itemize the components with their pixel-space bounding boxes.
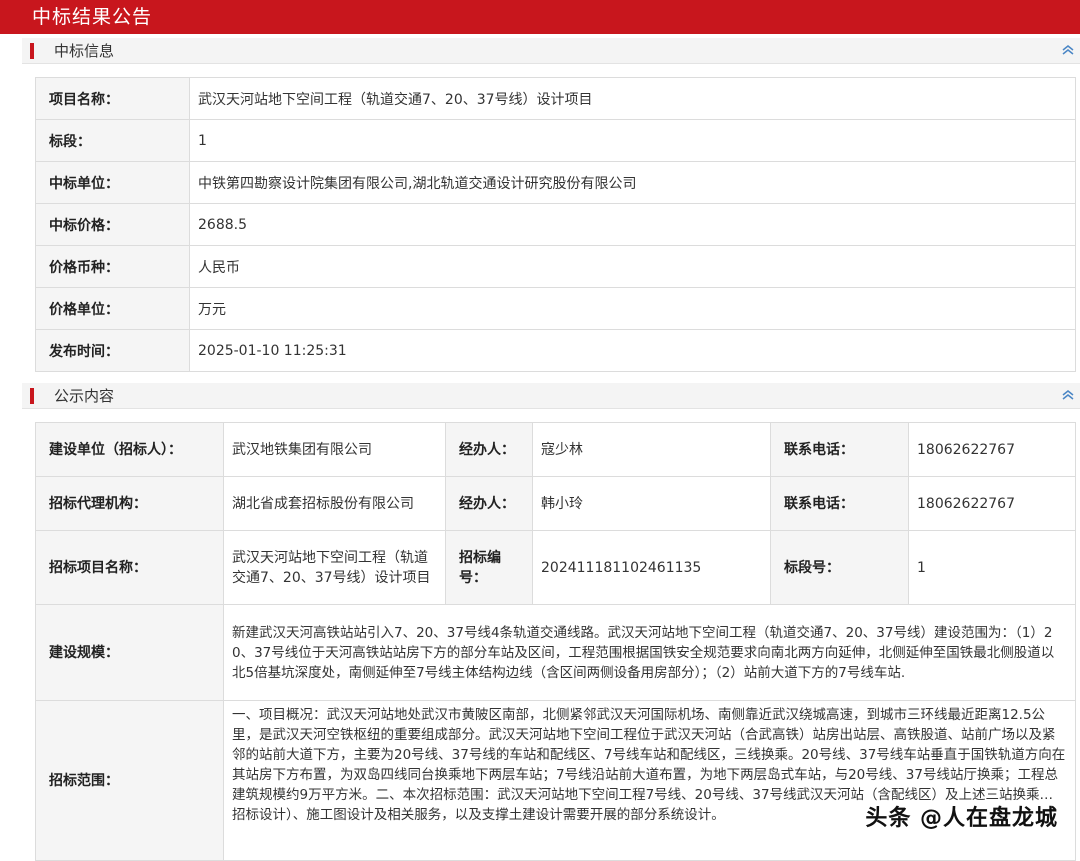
field-label: 建设规模： [35,604,224,701]
field-label: 建设单位（招标人）： [35,422,224,477]
field-label: 经办人： [445,422,533,477]
table-row: 标段： 1 [35,119,1076,162]
field-label: 价格单位： [35,287,190,330]
field-label: 中标价格： [35,203,190,246]
bid-scope-text: 一、项目概况：武汉天河站地处武汉市黄陂区南部，北侧紧邻武汉天河国际机场、南侧靠近… [223,700,1076,861]
table-row: 价格单位： 万元 [35,287,1076,330]
section-header-announcement: 公示内容 [22,383,1080,409]
field-value: 202411181102461135 [532,530,771,605]
field-label: 中标单位： [35,161,190,204]
field-label: 标段： [35,119,190,162]
field-value: 寇少林 [532,422,771,477]
field-label: 招标范围： [35,700,224,861]
announcement-table: 建设单位（招标人）： 武汉地铁集团有限公司 经办人： 寇少林 联系电话： 180… [35,422,1076,861]
page-title: 中标结果公告 [0,0,1080,34]
field-label: 项目名称： [35,77,190,120]
field-value: 万元 [189,287,1076,330]
field-label: 发布时间： [35,329,190,372]
section-title: 公示内容 [54,387,115,405]
section-marker [30,43,34,59]
field-value: 武汉地铁集团有限公司 [223,422,446,477]
table-row: 招标项目名称： 武汉天河站地下空间工程（轨道交通7、20、37号线）设计项目 招… [35,530,1076,605]
field-label: 招标编号： [445,530,533,605]
field-value: 2025-01-10 11:25:31 [189,329,1076,372]
table-row: 项目名称： 武汉天河站地下空间工程（轨道交通7、20、37号线）设计项目 [35,77,1076,120]
field-label: 招标项目名称： [35,530,224,605]
field-value: 韩小玲 [532,476,771,531]
collapse-icon[interactable] [1060,42,1076,58]
watermark: 头条 @人在盘龙城 [865,806,1058,831]
field-label: 联系电话： [770,476,909,531]
section-header-bid-info: 中标信息 [22,38,1080,64]
table-row: 招标范围： 一、项目概况：武汉天河站地处武汉市黄陂区南部，北侧紧邻武汉天河国际机… [35,700,1076,861]
table-row: 中标价格： 2688.5 [35,203,1076,246]
field-value: 18062622767 [908,422,1076,477]
field-label: 标段号： [770,530,909,605]
table-row: 中标单位： 中铁第四勘察设计院集团有限公司,湖北轨道交通设计研究股份有限公司 [35,161,1076,204]
field-label: 经办人： [445,476,533,531]
field-value: 武汉天河站地下空间工程（轨道交通7、20、37号线）设计项目 [189,77,1076,120]
table-row: 建设规模： 新建武汉天河高铁站站引入7、20、37号线4条轨道交通线路。武汉天河… [35,604,1076,701]
field-value: 1 [908,530,1076,605]
bid-info-table: 项目名称： 武汉天河站地下空间工程（轨道交通7、20、37号线）设计项目 标段： 1 中… [35,77,1076,372]
field-value: 武汉天河站地下空间工程（轨道交通7、20、37号线）设计项目 [223,530,446,605]
field-label: 价格币种： [35,245,190,288]
section-title: 中标信息 [54,42,115,60]
table-row: 价格币种： 人民币 [35,245,1076,288]
construction-scale-text: 新建武汉天河高铁站站引入7、20、37号线4条轨道交通线路。武汉天河站地下空间工… [223,604,1076,701]
table-row: 发布时间： 2025-01-10 11:25:31 [35,329,1076,372]
field-value: 中铁第四勘察设计院集团有限公司,湖北轨道交通设计研究股份有限公司 [189,161,1076,204]
field-value: 1 [189,119,1076,162]
table-row: 建设单位（招标人）： 武汉地铁集团有限公司 经办人： 寇少林 联系电话： 180… [35,422,1076,477]
field-value: 湖北省成套招标股份有限公司 [223,476,446,531]
field-value: 18062622767 [908,476,1076,531]
field-label: 招标代理机构： [35,476,224,531]
section-marker [30,388,34,404]
field-value: 人民币 [189,245,1076,288]
field-value: 2688.5 [189,203,1076,246]
collapse-icon[interactable] [1060,387,1076,403]
field-label: 联系电话： [770,422,909,477]
table-row: 招标代理机构： 湖北省成套招标股份有限公司 经办人： 韩小玲 联系电话： 180… [35,476,1076,531]
